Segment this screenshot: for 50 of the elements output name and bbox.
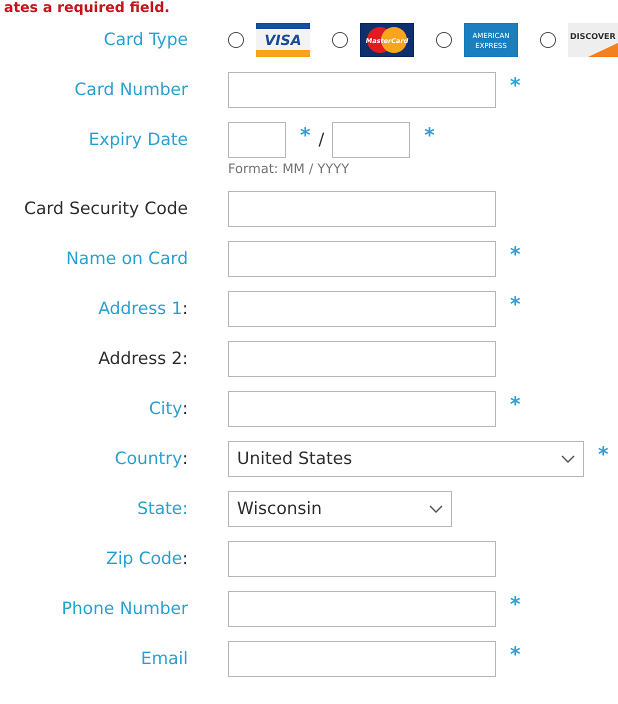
field-label: Address 1 [98,299,182,319]
field-label: Country [114,449,182,469]
required-asterisk: * [510,291,520,317]
year-field[interactable] [332,122,410,158]
label-colon: : [182,399,188,419]
required-asterisk: * [424,122,435,148]
chevron-down-icon [429,505,443,513]
required-asterisk: * [300,122,310,148]
chevron-down-icon [561,455,575,463]
field-label: Name on Card [66,249,188,269]
text-field[interactable] [228,641,496,677]
text-field[interactable] [228,541,496,577]
required-field-notice: ates a required field. [3,0,171,16]
field-label: Card Security Code [24,199,188,219]
date-separator: / [318,130,324,150]
required-asterisk: * [510,641,520,667]
label-colon: : [182,299,188,319]
text-field[interactable] [228,341,496,377]
radio-button[interactable] [540,32,556,48]
month-field[interactable] [228,122,286,158]
radio-button[interactable] [228,32,244,48]
field-label: Card Type [104,30,188,50]
text-field[interactable] [228,391,496,427]
field-label: Address 2: [98,349,188,369]
label-colon: : [182,549,188,569]
text-field[interactable] [228,72,496,108]
field-label: Zip Code [106,549,182,569]
required-asterisk: * [598,441,608,467]
text-field[interactable] [228,291,496,327]
label-colon: : [182,449,188,469]
text-field[interactable] [228,191,496,227]
format-hint: Format: MM / YYYY [228,162,350,177]
field-label: Phone Number [62,599,188,619]
field-label: Email [140,649,188,669]
text-field[interactable] [228,591,496,627]
dropdown[interactable]: Wisconsin [228,491,452,527]
required-asterisk: * [510,72,520,98]
required-asterisk: * [510,241,520,267]
radio-button[interactable] [436,32,452,48]
visa-logo: VISA [256,23,310,57]
field-label: State: [137,499,188,519]
field-label: Expiry Date [88,130,188,150]
field-label: Card Number [74,80,188,100]
discover-logo: DISCOVER [568,23,618,57]
text-field[interactable] [228,241,496,277]
radio-button[interactable] [332,32,348,48]
dropdown[interactable]: United States [228,441,584,477]
required-asterisk: * [510,391,520,417]
required-asterisk: * [510,591,520,617]
field-label: City [148,399,182,419]
